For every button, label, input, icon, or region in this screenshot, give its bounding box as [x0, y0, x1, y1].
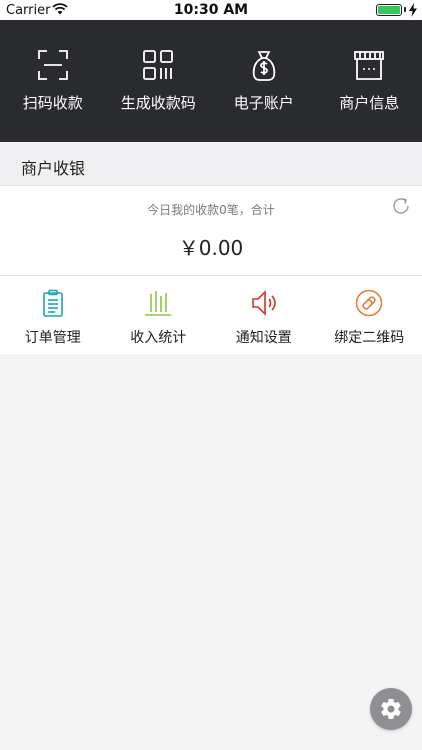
scan-pay-button[interactable]: 扫码收款 [0, 20, 106, 142]
bind-qr-button[interactable]: 绑定二维码 [317, 276, 422, 355]
top-toolbar: 扫码收款 生成收款码 电子账户 商户信息 [0, 20, 422, 142]
qr-code-icon [143, 50, 174, 80]
order-management-button[interactable]: 订单管理 [0, 276, 106, 355]
e-account-button[interactable]: 电子账户 [211, 20, 317, 142]
bar-stats-icon [145, 291, 172, 316]
summary-amount: ￥0.00 [178, 236, 244, 260]
store-icon [354, 51, 385, 80]
merchant-info-label: 商户信息 [339, 94, 400, 112]
scan-icon [37, 50, 68, 80]
battery-icon [376, 4, 402, 16]
section-header: 商户收银 [0, 142, 422, 186]
e-account-label: 电子账户 [233, 94, 294, 112]
income-stats-label: 收入统计 [130, 330, 187, 346]
notification-settings-label: 通知设置 [235, 330, 292, 346]
money-bag-icon [252, 51, 275, 81]
scan-pay-label: 扫码收款 [22, 94, 83, 112]
link-icon [355, 289, 383, 317]
generate-qr-label: 生成收款码 [120, 94, 196, 112]
summary-text: 今日我的收款0笔，合计 [147, 203, 275, 217]
order-management-label: 订单管理 [24, 330, 81, 346]
clipboard-icon [42, 289, 63, 317]
speaker-icon [251, 290, 276, 316]
today-summary: 今日我的收款0笔，合计 ￥0.00 [0, 186, 422, 276]
merchant-info-button[interactable]: 商户信息 [317, 20, 422, 142]
settings-button[interactable] [370, 688, 412, 730]
battery-tip [404, 7, 406, 12]
status-time: 10:30 AM [173, 2, 249, 18]
generate-qr-button[interactable]: 生成收款码 [106, 20, 212, 142]
status-bar: Carrier 10:30 AM [0, 0, 422, 20]
gear-icon [381, 699, 401, 720]
bind-qr-label: 绑定二维码 [334, 330, 405, 346]
income-stats-button[interactable]: 收入统计 [106, 276, 212, 355]
charging-icon [409, 3, 417, 17]
notification-settings-button[interactable]: 通知设置 [211, 276, 317, 355]
section-title: 商户收银 [21, 159, 86, 178]
function-grid: 订单管理 收入统计 通知设置 绑定二维码 [0, 276, 422, 356]
refresh-icon[interactable] [390, 195, 412, 217]
